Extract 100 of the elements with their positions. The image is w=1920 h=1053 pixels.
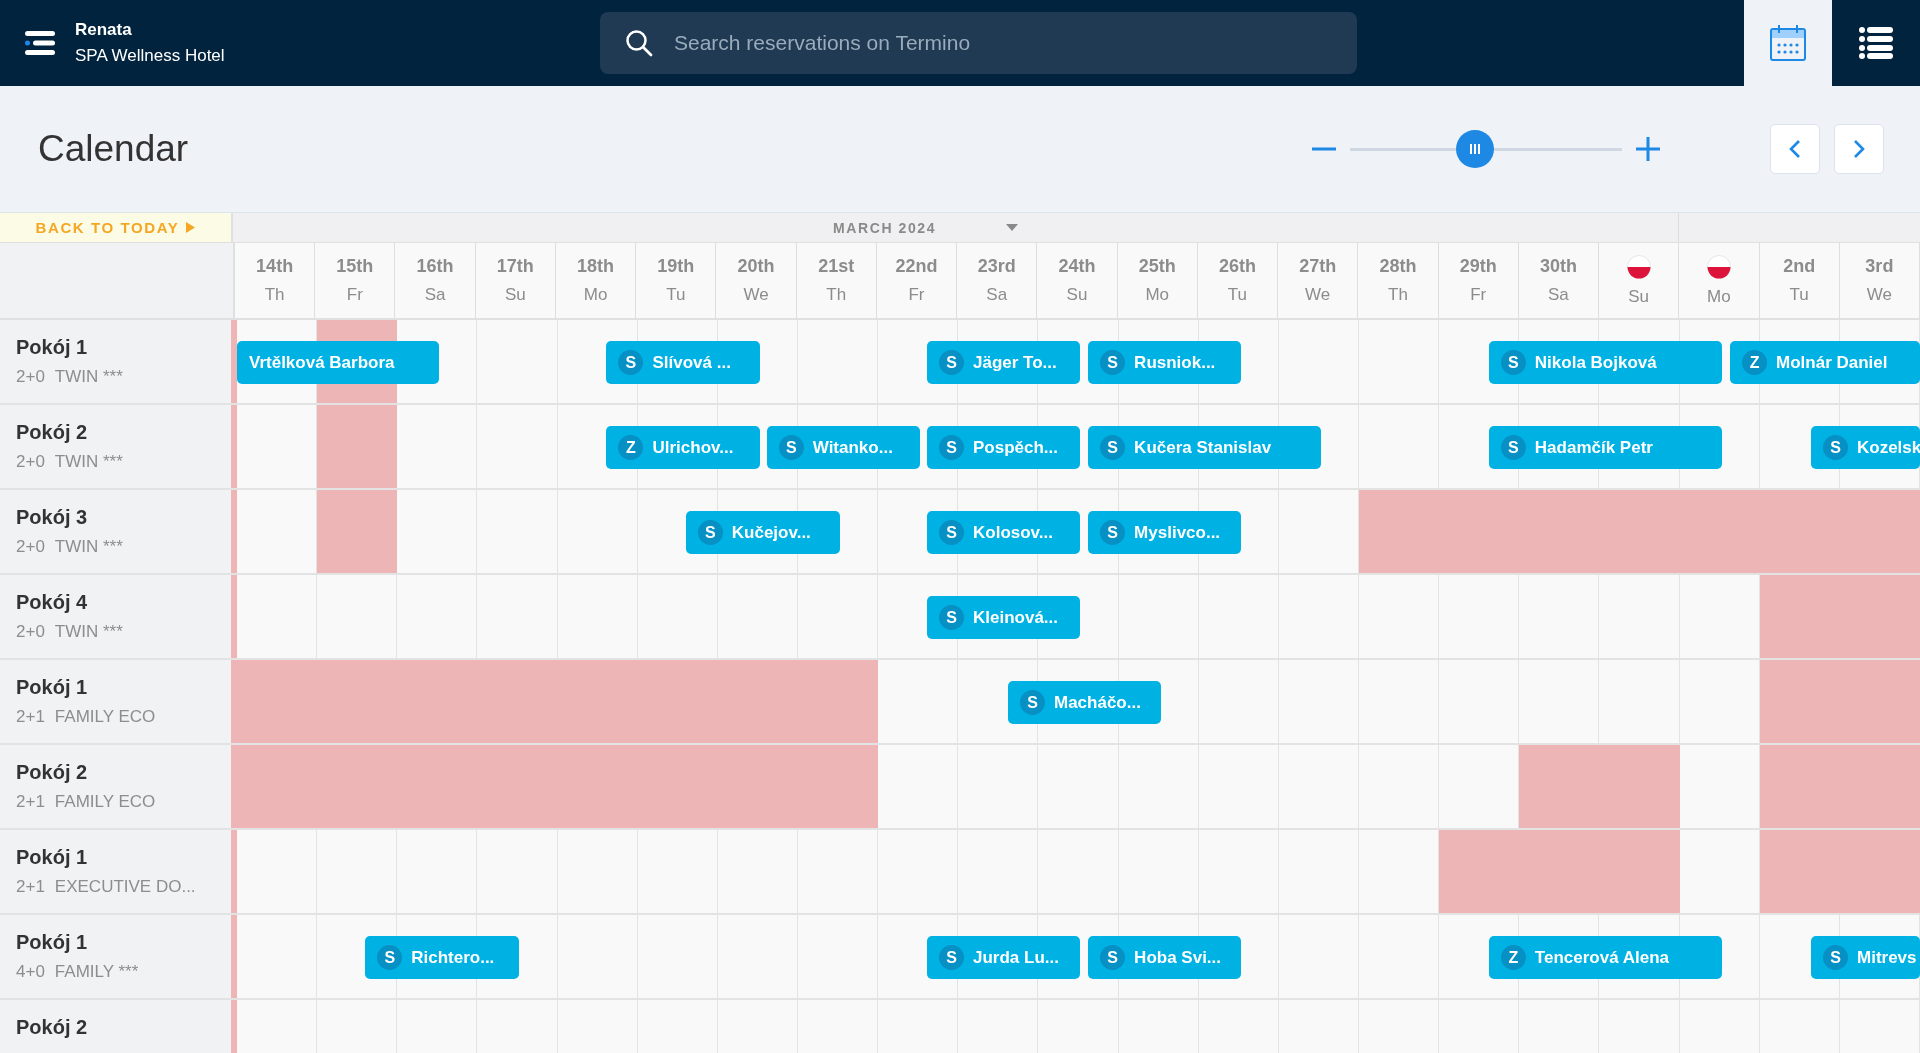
reservation-bar[interactable]: Z Molnár Daniel (1730, 341, 1920, 384)
previous-button[interactable] (1770, 124, 1820, 174)
day-date: 3rd (1865, 256, 1894, 277)
room-type: TWIN *** (54, 537, 123, 557)
guest-name: Ulrichov... (652, 437, 734, 458)
day-date: 16th (416, 256, 454, 277)
zoom-in-button[interactable] (1636, 137, 1660, 161)
hotel-name: SPA Wellness Hotel (75, 46, 225, 66)
reservation-bar[interactable]: S Hadamčík Petr (1488, 426, 1723, 469)
source-badge: S (1100, 520, 1126, 545)
reservation-bar[interactable]: S Jurda Lu... (927, 936, 1081, 979)
day-date: 23rd (977, 256, 1016, 277)
source-badge: S (1823, 945, 1848, 970)
reservation-bar[interactable]: Z Tencerová Alena (1488, 936, 1723, 979)
reservation-bar[interactable]: S Slívová ... (606, 341, 760, 384)
day-date: 14th (256, 256, 294, 277)
slider-thumb[interactable] (1456, 130, 1495, 168)
reservation-bar[interactable]: Vrtělková Barbora (237, 341, 439, 384)
room-type: EXECUTIVE DO... (54, 877, 196, 897)
day-name: We (1305, 285, 1331, 305)
day-name: Fr (346, 285, 363, 305)
month-label: MARCH 2024 (833, 219, 937, 236)
source-badge: S (1500, 350, 1526, 375)
reservation-bar[interactable]: S Jäger To... (927, 341, 1081, 384)
next-button[interactable] (1834, 124, 1884, 174)
room-occupancy: 2+1 (16, 707, 45, 727)
guest-name: Slívová ... (652, 352, 731, 373)
source-badge: S (778, 435, 804, 460)
guest-name: Rusniok... (1134, 352, 1216, 373)
guest-name: Hadamčík Petr (1534, 437, 1653, 458)
source-badge: S (1500, 435, 1526, 460)
day-date: 2nd (1783, 256, 1816, 277)
day-date: 20th (737, 256, 775, 277)
reservation-bar[interactable]: S Kolosov... (927, 511, 1081, 554)
source-badge: S (939, 945, 964, 970)
guest-name: Mitrevs (1857, 947, 1917, 968)
guest-name: Jurda Lu... (973, 947, 1059, 968)
guest-name: Richtero... (411, 947, 495, 968)
menu-icon (23, 29, 57, 57)
day-date: 19th (657, 256, 695, 277)
room-type: TWIN *** (54, 622, 123, 642)
reservation-bar[interactable]: S Hoba Svi... (1088, 936, 1242, 979)
source-badge: Z (1742, 350, 1768, 375)
reservation-bar[interactable]: S Rusniok... (1088, 341, 1242, 384)
guest-name: Macháčo... (1053, 692, 1141, 713)
reservation-bar[interactable]: S Kleinová... (927, 596, 1081, 639)
grip-icon (1469, 143, 1482, 155)
room-name: Pokój 1 (16, 336, 89, 359)
room-type: FAMILY *** (54, 962, 139, 982)
day-name: Su (504, 285, 526, 305)
reservation-bar[interactable]: S Richtero... (365, 936, 520, 979)
day-date: 15th (336, 256, 374, 277)
flag-icon (1706, 254, 1731, 279)
back-to-today-button[interactable]: BACK TO TODAY (0, 213, 233, 242)
reservation-bar[interactable]: S Kučera Stanislav (1088, 426, 1322, 469)
flag-icon (1626, 254, 1651, 279)
reservation-bar[interactable]: S Myslivco... (1088, 511, 1242, 554)
room-name: Pokój 2 (16, 421, 89, 444)
source-badge: S (1100, 435, 1126, 460)
source-badge: S (1100, 350, 1126, 375)
reservation-bar[interactable]: S Pospěch... (927, 426, 1081, 469)
source-badge: S (377, 945, 403, 970)
room-name: Pokój 1 (16, 931, 89, 954)
day-name: Sa (1548, 285, 1569, 305)
reservation-bar[interactable]: S Mitrevs (1811, 936, 1920, 979)
day-name: Fr (1470, 285, 1487, 305)
guest-name: Witanko... (812, 437, 893, 458)
day-name: Su (1628, 286, 1650, 307)
reservation-bar[interactable]: S Kučejov... (685, 511, 841, 554)
room-type: FAMILY ECO (54, 792, 156, 812)
guest-name: Kleinová... (973, 607, 1059, 628)
user-name: Renata (75, 20, 133, 40)
reservation-bar[interactable]: S Macháčo... (1007, 681, 1162, 724)
day-date: 29th (1459, 256, 1497, 277)
reservation-bar[interactable]: S Witanko... (766, 426, 920, 469)
search-icon (624, 28, 654, 58)
chevron-left-icon (1789, 139, 1801, 159)
caret-icon[interactable] (1006, 224, 1019, 231)
day-date: 26th (1218, 256, 1256, 277)
source-badge: S (939, 350, 964, 375)
plus-icon (1636, 137, 1660, 161)
guest-name: Myslivco... (1134, 522, 1221, 543)
reservation-bar[interactable]: Z Ulrichov... (606, 426, 760, 469)
source-badge: Z (1500, 945, 1526, 970)
room-occupancy: 2+0 (16, 367, 45, 387)
day-date: 30th (1539, 256, 1577, 277)
reservation-bar[interactable]: S Nikola Bojková (1488, 341, 1723, 384)
room-occupancy: 2+0 (16, 452, 45, 472)
menu-button[interactable] (23, 29, 57, 57)
room-name: Pokój 1 (16, 676, 89, 699)
day-name: Su (1066, 285, 1088, 305)
day-name: We (1866, 285, 1892, 305)
source-badge: S (939, 435, 964, 460)
minus-icon (1312, 147, 1336, 151)
chevron-right-icon (1853, 139, 1865, 159)
day-date: 28th (1379, 256, 1417, 277)
room-name: Pokój 2 (16, 761, 89, 784)
source-badge: S (1823, 435, 1848, 460)
search-field[interactable]: Search reservations on Termino (600, 12, 1357, 74)
zoom-out-button[interactable] (1312, 147, 1336, 151)
